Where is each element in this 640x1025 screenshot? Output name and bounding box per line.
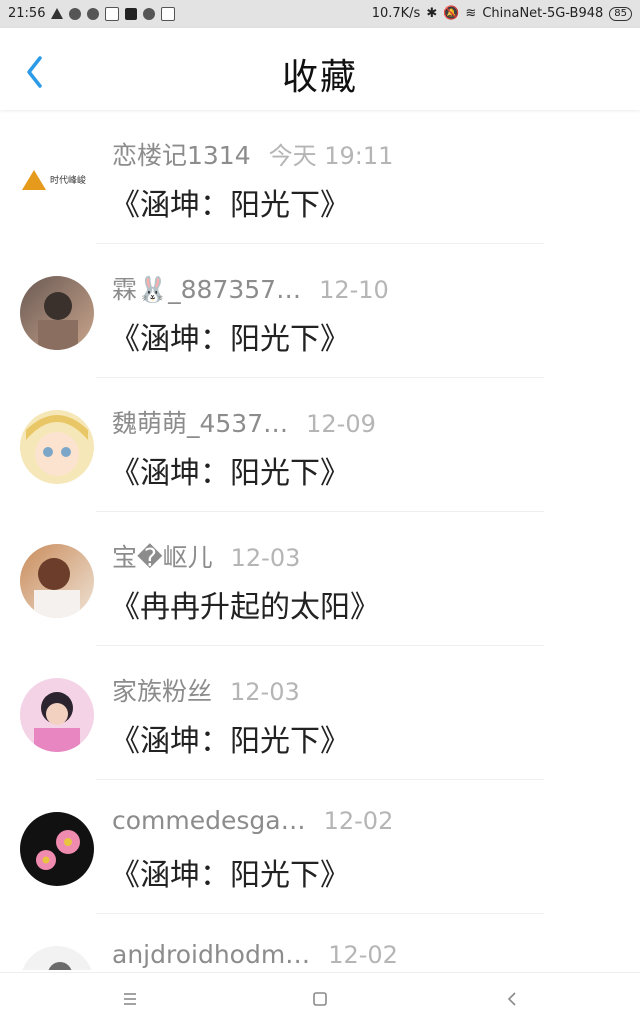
favorite-item[interactable]: 霖🐰_887357… 12-10 《涵坤：阳光下》 [0, 244, 640, 378]
username: 宝�岖儿 [112, 543, 213, 572]
favorite-meta: commedesga… 12-02 [112, 806, 393, 835]
avatar: 时代峰峻 [20, 150, 100, 210]
system-back-button[interactable] [498, 985, 526, 1013]
favorite-title: 《冉冉升起的太阳》 [110, 590, 380, 625]
favorite-meta: 魏萌萌_4537… 12-09 [112, 404, 376, 440]
favorite-title: 《涵坤：阳光下》 [110, 858, 350, 893]
favorite-title: 《涵坤：阳光下》 [110, 456, 350, 491]
chat-icon [69, 7, 82, 20]
favorite-title: 《涵坤：阳光下》 [110, 322, 350, 357]
timestamp: 今天 19:11 [268, 142, 394, 170]
menu-button[interactable] [116, 985, 144, 1013]
avatar [20, 410, 94, 484]
favorite-title: 《涵坤：阳光下》 [110, 724, 350, 759]
timestamp: 12-02 [323, 807, 394, 835]
username: 家族粉丝 [112, 677, 213, 706]
warning-icon [51, 8, 64, 19]
timestamp: 12-10 [319, 276, 389, 304]
home-square-icon [313, 992, 327, 1006]
svg-text:时代峰峻: 时代峰峻 [50, 174, 86, 186]
username: 恋楼记1314 [112, 141, 251, 170]
username: 霖🐰_887357… [112, 275, 302, 304]
wifi-icon: ≋ [465, 6, 477, 21]
app-icon-2 [143, 7, 156, 20]
timestamp: 12-03 [230, 544, 301, 572]
mute-icon: 🔕 [443, 6, 460, 21]
app-header: 收藏 [0, 28, 640, 110]
timestamp: 12-09 [306, 410, 376, 438]
video-icon-2 [161, 6, 176, 21]
avatar [20, 276, 94, 350]
back-triangle-icon [507, 992, 516, 1006]
status-right: 10.7K/s ✱ 🔕 ≋ ChinaNet-5G-B948 85 [372, 6, 632, 21]
status-left: 21:56 [8, 6, 176, 21]
video-icon [105, 6, 120, 21]
bluetooth-icon: ✱ [426, 6, 438, 21]
chat-icon-2 [87, 7, 100, 20]
avatar [20, 812, 94, 886]
carrier-name: ChinaNet-5G-B948 [482, 6, 604, 21]
favorite-title: 《涵坤：阳光下》 [110, 188, 350, 223]
status-bar: 21:56 10.7K/s ✱ 🔕 ≋ ChinaNet-5G-B948 85 [0, 0, 640, 28]
network-speed: 10.7K/s [371, 6, 421, 21]
avatar [20, 678, 94, 752]
favorite-meta: 宝�岖儿 12-03 [112, 538, 300, 574]
avatar [20, 544, 94, 618]
battery-indicator: 85 [609, 6, 632, 21]
favorite-item[interactable]: anjdroidhodm… 12-02 [0, 914, 640, 970]
favorite-item[interactable]: 家族粉丝 12-03 《涵坤：阳光下》 [0, 646, 640, 780]
menu-icon [124, 993, 136, 1005]
favorite-meta: 霖🐰_887357… 12-10 [112, 270, 389, 306]
page-title: 收藏 [281, 57, 358, 98]
favorites-list: 时代峰峻 恋楼记1314 今天 19:11 《涵坤：阳光下》 霖🐰_887357… [0, 110, 640, 970]
timestamp: 12-03 [230, 678, 300, 706]
username: 魏萌萌_4537… [112, 409, 289, 438]
system-nav-bar [0, 972, 640, 1025]
avatar [20, 946, 94, 970]
favorite-item[interactable]: 宝�岖儿 12-03 《冉冉升起的太阳》 [0, 512, 640, 646]
username: anjdroidhodm… [112, 940, 311, 969]
favorite-item[interactable]: 时代峰峻 恋楼记1314 今天 19:11 《涵坤：阳光下》 [0, 110, 640, 244]
favorite-meta: anjdroidhodm… 12-02 [112, 940, 398, 969]
favorite-item[interactable]: commedesga… 12-02 《涵坤：阳光下》 [0, 780, 640, 914]
favorite-meta: 恋楼记1314 今天 19:11 [112, 136, 393, 172]
status-time: 21:56 [8, 6, 46, 21]
favorite-meta: 家族粉丝 12-03 [112, 672, 300, 708]
favorite-item[interactable]: 魏萌萌_4537… 12-09 《涵坤：阳光下》 [0, 378, 640, 512]
timestamp: 12-02 [328, 941, 398, 969]
username: commedesga… [112, 806, 306, 835]
home-button[interactable] [306, 985, 334, 1013]
app-icon [125, 7, 138, 20]
